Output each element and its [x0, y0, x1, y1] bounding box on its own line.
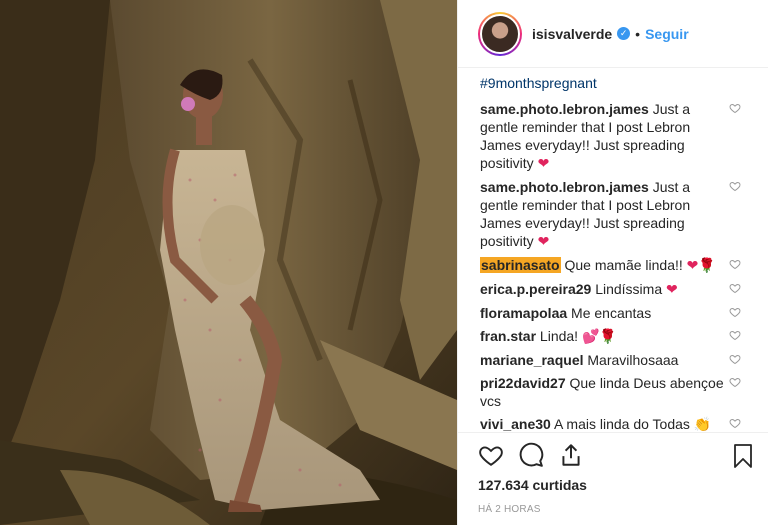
post-header: isisvalverde ✓ • Seguir	[458, 0, 768, 68]
comment-username[interactable]: mariane_raquel	[480, 352, 584, 368]
comment-text: Me encantas	[571, 305, 652, 321]
heart-icon[interactable]	[729, 306, 741, 318]
heart-icon[interactable]	[729, 353, 741, 365]
heart-icon[interactable]	[729, 329, 741, 341]
avatar-image	[480, 13, 520, 54]
comment-item: vivi_ane30 A mais linda do Todas 👏 👏😍😘	[480, 415, 768, 432]
comment-username[interactable]: floramapolaa	[480, 305, 567, 321]
comment-text: Que mamãe linda!!	[564, 257, 683, 273]
heart-icon[interactable]	[729, 180, 741, 192]
instagram-post: isisvalverde ✓ • Seguir #9monthspregnant…	[0, 0, 768, 525]
comment-item: sabrinasato Que mamãe linda!! ❤🌹	[480, 256, 768, 275]
post-photo[interactable]	[0, 0, 457, 525]
follow-button[interactable]: Seguir	[645, 26, 689, 42]
share-icon[interactable]	[558, 442, 584, 468]
comment-username[interactable]: pri22david27	[480, 375, 566, 391]
heart-icon[interactable]	[729, 376, 741, 388]
bookmark-icon[interactable]	[731, 443, 755, 469]
heart-icon[interactable]	[729, 102, 741, 114]
comment-text: A mais linda do Todas	[553, 416, 690, 432]
comment-item: floramapolaa Me encantas	[480, 304, 768, 322]
comment-username[interactable]: sabrinasato	[480, 257, 561, 273]
comment-username[interactable]: same.photo.lebron.james	[480, 101, 649, 117]
comments-list[interactable]: #9monthspregnant same.photo.lebron.james…	[458, 68, 768, 432]
verified-badge-icon: ✓	[617, 27, 631, 40]
separator-dot: •	[635, 25, 641, 42]
comment-username[interactable]: fran.star	[480, 328, 536, 344]
action-icons	[478, 433, 768, 477]
post-side-panel: isisvalverde ✓ • Seguir #9monthspregnant…	[457, 0, 768, 525]
comment-emoji: 💕🌹	[581, 329, 617, 345]
comment-username[interactable]: erica.p.pereira29	[480, 281, 591, 297]
comment-emoji: ❤	[537, 156, 550, 172]
comment-item: mariane_raquel Maravilhosaaa	[480, 351, 768, 369]
comment-text: Lindíssima	[595, 281, 663, 297]
comment-username[interactable]: same.photo.lebron.james	[480, 179, 649, 195]
heart-icon[interactable]	[478, 442, 504, 468]
heart-icon[interactable]	[729, 282, 741, 294]
post-actions: 127.634 curtidas HÁ 2 HORAS	[458, 432, 768, 524]
post-timestamp[interactable]: HÁ 2 HORAS	[478, 504, 768, 515]
likes-count[interactable]: 127.634 curtidas	[478, 477, 768, 493]
comment-text: Linda!	[539, 328, 579, 344]
comment-emoji: ❤	[666, 282, 678, 298]
comment-item: same.photo.lebron.james Just a gentle re…	[480, 100, 768, 173]
comment-item: pri22david27 Que linda Deus abençoe vcs	[480, 374, 768, 410]
comment-username[interactable]: vivi_ane30	[480, 416, 551, 432]
comment-icon[interactable]	[518, 442, 544, 468]
username-link[interactable]: isisvalverde	[532, 26, 612, 42]
comment-emoji: ❤	[537, 234, 550, 250]
comment-item: erica.p.pereira29 Lindíssima ❤	[480, 280, 768, 299]
forest-photo-illustration	[0, 0, 457, 525]
heart-icon[interactable]	[729, 417, 741, 429]
heart-icon[interactable]	[729, 258, 741, 270]
avatar[interactable]	[478, 11, 522, 56]
comment-text: Maravilhosaaa	[587, 352, 679, 368]
comment-item: fran.star Linda! 💕🌹	[480, 327, 768, 346]
comment-item: same.photo.lebron.james Just a gentle re…	[480, 178, 768, 251]
hashtag-link[interactable]: #9monthspregnant	[480, 74, 768, 92]
comment-emoji: ❤🌹	[686, 258, 716, 274]
